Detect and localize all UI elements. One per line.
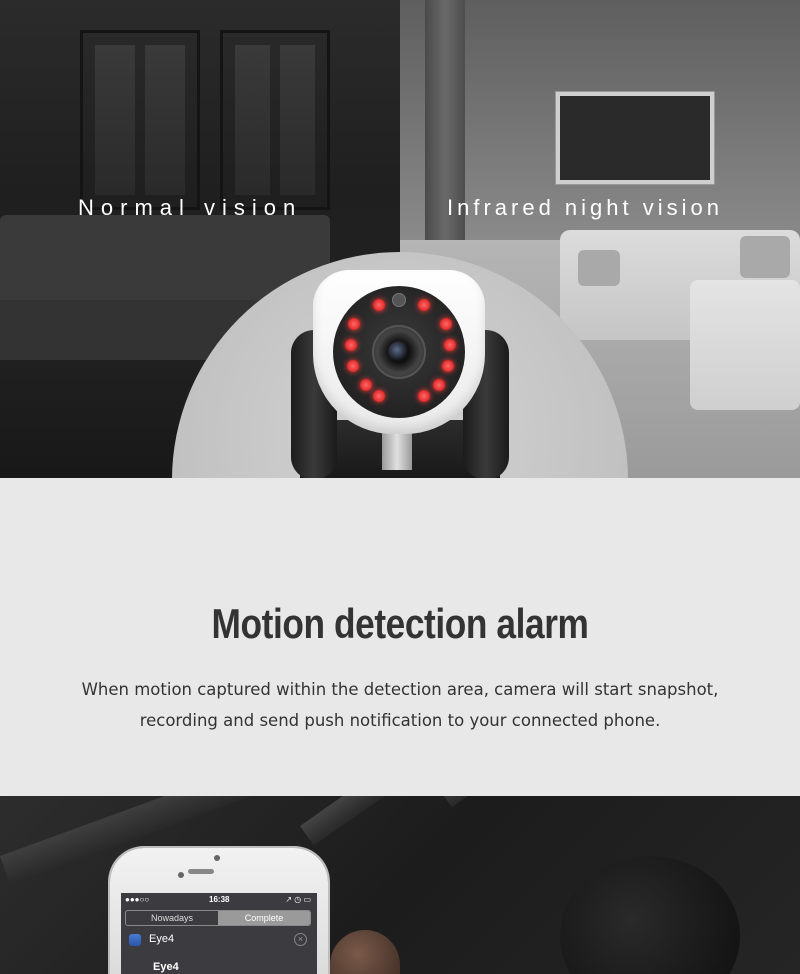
phone-screen: ●●●○○ 16:38 ↗ ◷ ▭ Nowadays Complete Eye4…	[121, 893, 317, 974]
phone-speaker	[188, 869, 214, 874]
car-trim	[300, 796, 740, 846]
phone-camera-icon	[214, 855, 220, 861]
tab-nowadays[interactable]: Nowadays	[126, 911, 218, 925]
signal-icon: ●●●○○	[125, 895, 150, 904]
camera-lens-icon	[388, 341, 410, 363]
battery-icon: ↗ ◷ ▭	[285, 895, 311, 904]
window-pane	[235, 45, 270, 195]
ir-led-icon	[360, 379, 372, 391]
notification-app-name: Eye4	[149, 933, 175, 945]
ir-led-icon	[373, 299, 385, 311]
cushion	[740, 236, 790, 278]
window-pane	[95, 45, 135, 195]
ir-led-icon	[348, 318, 360, 330]
ir-led-icon	[418, 390, 430, 402]
status-time: 16:38	[209, 895, 230, 904]
tab-complete[interactable]: Complete	[218, 911, 310, 925]
gloved-hand	[560, 856, 740, 974]
normal-vision-label: Normal vision	[78, 195, 303, 220]
feature-description-line: recording and send push notification to …	[139, 711, 661, 730]
window-pane	[145, 45, 185, 195]
light-sensor-icon	[392, 293, 406, 307]
ir-led-icon	[433, 379, 445, 391]
ir-led-icon	[442, 360, 454, 372]
phone-sensor-icon	[178, 872, 184, 878]
close-icon[interactable]: ×	[294, 933, 307, 946]
wall-tv	[556, 92, 714, 184]
sofa-chaise	[690, 280, 800, 410]
ir-led-icon	[440, 318, 452, 330]
infrared-vision-label: Infrared night vision	[447, 195, 723, 220]
ir-led-icon	[418, 299, 430, 311]
eye4-app-icon	[129, 934, 141, 946]
car-trim	[430, 796, 800, 808]
ir-led-icon	[444, 339, 456, 351]
ir-led-icon	[373, 390, 385, 402]
status-bar: ●●●○○ 16:38 ↗ ◷ ▭	[121, 893, 317, 907]
notification-tabs: Nowadays Complete	[125, 910, 311, 926]
feature-description: When motion captured within the detectio…	[60, 674, 740, 736]
notification-title: Eye4	[153, 961, 179, 973]
ir-led-icon	[347, 360, 359, 372]
vision-comparison-hero: Normal vision Infrared night vision	[0, 0, 800, 478]
cushion	[578, 250, 620, 286]
feature-description-line: When motion captured within the detectio…	[81, 680, 719, 699]
notification-header[interactable]: Eye4 ×	[121, 931, 317, 951]
feature-title: Motion detection alarm	[211, 600, 589, 647]
ir-led-icon	[345, 339, 357, 351]
window-pane	[280, 45, 315, 195]
